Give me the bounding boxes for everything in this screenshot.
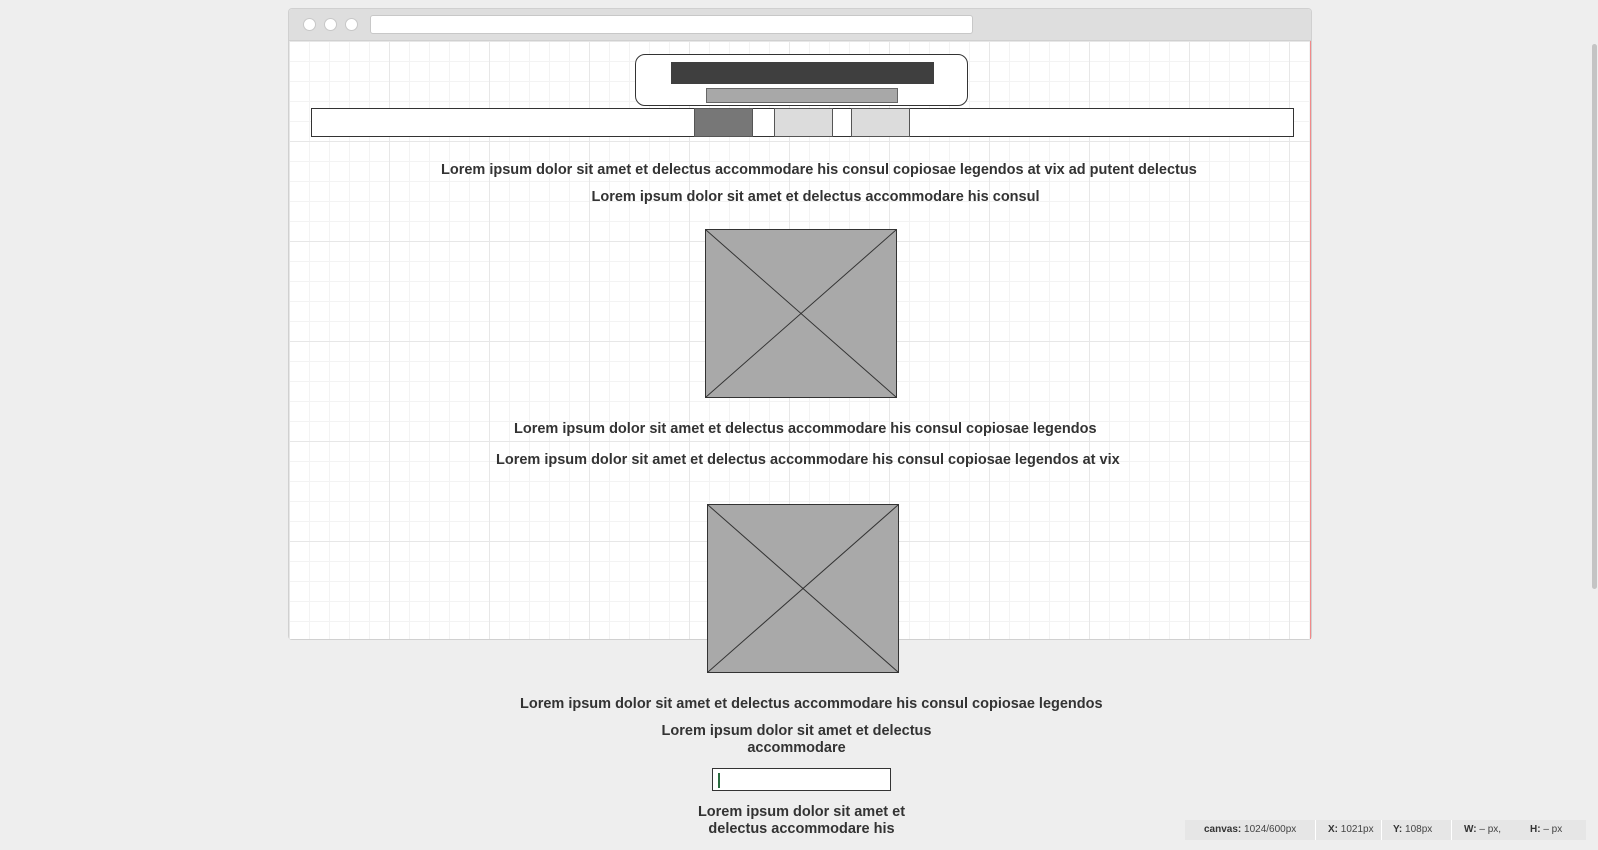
status-width: W: – px, bbox=[1464, 824, 1502, 835]
text-block-7[interactable]: Lorem ipsum dolor sit amet et delectus a… bbox=[695, 804, 908, 838]
status-canvas-size: canvas: 1024/600px bbox=[1204, 824, 1297, 835]
subtitle-placeholder-bar[interactable] bbox=[706, 88, 898, 103]
text-block-5[interactable]: Lorem ipsum dolor sit amet et delectus a… bbox=[520, 696, 1103, 713]
image-placeholder-cross-icon bbox=[708, 505, 898, 672]
text-block-4[interactable]: Lorem ipsum dolor sit amet et delectus a… bbox=[496, 452, 1120, 469]
status-bar: canvas: 1024/600px X: 1021px Y: 108px W:… bbox=[1185, 820, 1586, 840]
vertical-scrollbar-thumb[interactable] bbox=[1592, 44, 1597, 589]
title-placeholder-bar[interactable] bbox=[671, 62, 934, 84]
nav-tab-2[interactable] bbox=[774, 108, 833, 137]
nav-tab-3[interactable] bbox=[851, 108, 910, 137]
image-placeholder-cross-icon bbox=[706, 230, 896, 397]
status-x-coordinate: X: 1021px bbox=[1328, 824, 1374, 835]
window-close-dot-icon bbox=[303, 18, 316, 31]
text-block-3[interactable]: Lorem ipsum dolor sit amet et delectus a… bbox=[514, 421, 1097, 438]
text-input-field[interactable] bbox=[712, 768, 891, 791]
browser-url-field[interactable] bbox=[370, 15, 973, 34]
status-y-coordinate: Y: 108px bbox=[1393, 824, 1433, 835]
image-placeholder-2[interactable] bbox=[707, 504, 899, 673]
nav-tab-active[interactable] bbox=[694, 108, 753, 137]
image-placeholder-1[interactable] bbox=[705, 229, 897, 398]
window-minimize-dot-icon bbox=[324, 18, 337, 31]
window-maximize-dot-icon bbox=[345, 18, 358, 31]
text-block-6[interactable]: Lorem ipsum dolor sit amet et delectus a… bbox=[660, 723, 933, 757]
text-block-2[interactable]: Lorem ipsum dolor sit amet et delectus a… bbox=[591, 189, 1040, 206]
text-block-1[interactable]: Lorem ipsum dolor sit amet et delectus a… bbox=[441, 162, 1197, 179]
text-cursor-caret bbox=[718, 773, 720, 788]
browser-toolbar bbox=[289, 9, 1311, 41]
status-height: H: – px bbox=[1530, 824, 1563, 835]
